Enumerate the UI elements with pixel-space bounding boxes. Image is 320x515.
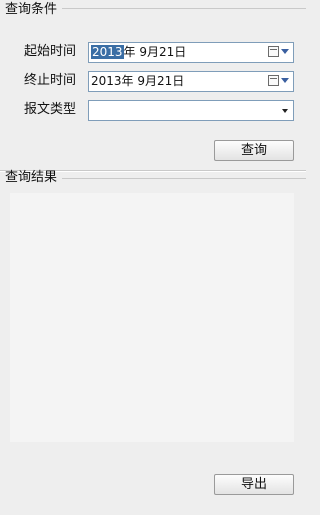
end-time-value[interactable]: 2013年 9月21日 <box>91 74 184 89</box>
end-time-label: 终止时间 <box>24 73 77 88</box>
chevron-down-icon[interactable] <box>282 109 288 113</box>
calendar-icon <box>268 75 279 86</box>
message-type-select[interactable] <box>88 100 294 121</box>
end-calendar-dropdown[interactable] <box>268 75 290 89</box>
query-button[interactable]: 查询 <box>214 140 294 161</box>
results-list[interactable] <box>10 193 294 442</box>
dropdown-arrow-icon <box>281 49 289 54</box>
query-results-divider <box>62 178 306 179</box>
start-time-picker[interactable]: 2013年 9月21日 <box>88 42 294 63</box>
calendar-icon <box>268 46 279 57</box>
query-conditions-divider <box>62 8 306 9</box>
start-calendar-dropdown[interactable] <box>268 46 290 60</box>
start-date-rest[interactable]: 年 9月21日 <box>124 45 187 59</box>
start-time-label: 起始时间 <box>24 44 77 59</box>
query-results-title: 查询结果 <box>5 170 58 185</box>
export-button[interactable]: 导出 <box>214 474 294 495</box>
start-year-selected[interactable]: 2013 <box>91 45 124 59</box>
message-type-label: 报文类型 <box>24 102 77 117</box>
query-conditions-title: 查询条件 <box>5 2 58 17</box>
start-time-value[interactable]: 2013年 9月21日 <box>91 45 186 60</box>
dropdown-arrow-icon <box>281 78 289 83</box>
end-time-picker[interactable]: 2013年 9月21日 <box>88 71 294 92</box>
